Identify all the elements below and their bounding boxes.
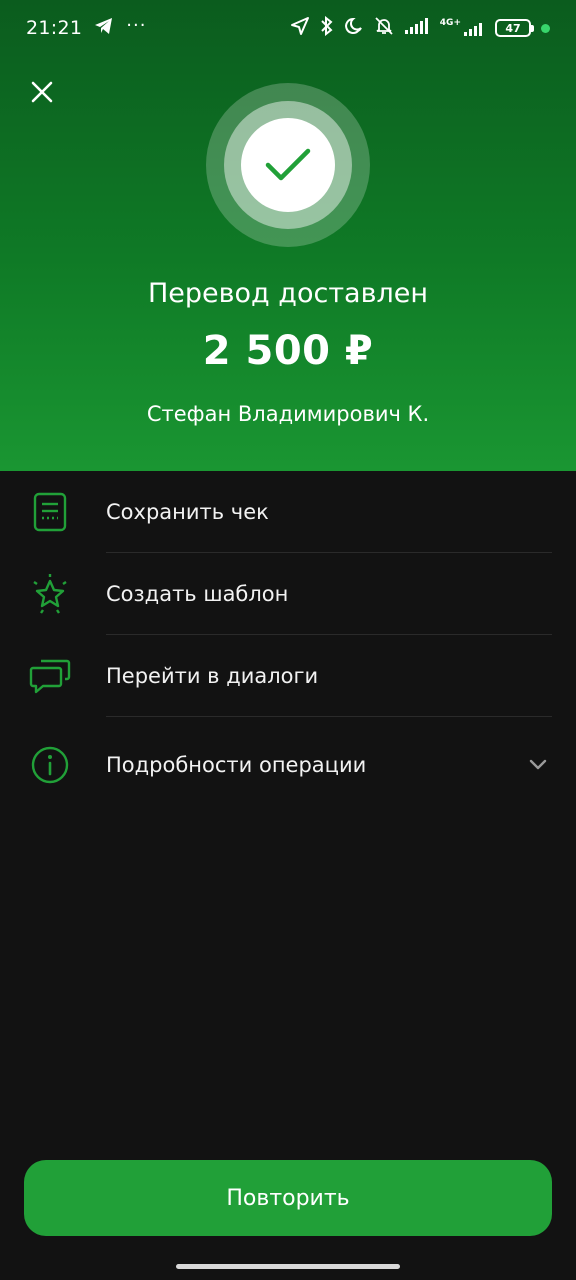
- moon-icon: [344, 16, 364, 41]
- close-icon: [31, 81, 53, 103]
- location-icon: [290, 16, 310, 41]
- network-4g-icon: 4G+: [440, 19, 485, 37]
- actions-list: Сохранить чек Создать шаблон Перейти в д…: [0, 471, 576, 813]
- star-icon: [28, 572, 72, 616]
- receipt-icon: [28, 490, 72, 534]
- privacy-indicator-dot: [541, 23, 550, 33]
- action-label: Подробности операции: [106, 753, 367, 777]
- action-label: Перейти в диалоги: [106, 664, 319, 688]
- bluetooth-icon: [320, 15, 334, 41]
- info-icon: [28, 743, 72, 787]
- chat-icon: [28, 654, 72, 698]
- battery-level: 47: [505, 21, 521, 35]
- success-indicator: [206, 83, 370, 247]
- checkmark-icon: [265, 148, 311, 181]
- battery-icon: 47: [495, 19, 534, 37]
- telegram-icon: [94, 17, 114, 40]
- signal-icon: [404, 17, 430, 40]
- transfer-status-title: Перевод доставлен: [147, 278, 429, 309]
- status-time: 21:21: [26, 17, 83, 39]
- action-label: Сохранить чек: [106, 500, 269, 524]
- bell-muted-icon: [374, 16, 394, 41]
- create-template-action[interactable]: Создать шаблон: [0, 553, 576, 635]
- home-indicator[interactable]: [176, 1264, 400, 1269]
- network-type-label: 4G+: [439, 18, 461, 28]
- transfer-amount: 2 500 ₽: [202, 328, 374, 374]
- chevron-down-icon[interactable]: [528, 755, 548, 775]
- close-button[interactable]: [22, 72, 62, 112]
- save-receipt-action[interactable]: Сохранить чек: [0, 471, 576, 553]
- go-to-dialogs-action[interactable]: Перейти в диалоги: [0, 635, 576, 717]
- operation-details-action[interactable]: Подробности операции: [0, 717, 576, 813]
- recipient-name: Стефан Владимирович К.: [146, 402, 430, 426]
- more-notifications-icon: ···: [126, 14, 147, 36]
- status-bar: 21:21 ··· 4G+ 47: [0, 0, 576, 56]
- action-label: Создать шаблон: [106, 582, 289, 606]
- repeat-button[interactable]: Повторить: [24, 1160, 552, 1236]
